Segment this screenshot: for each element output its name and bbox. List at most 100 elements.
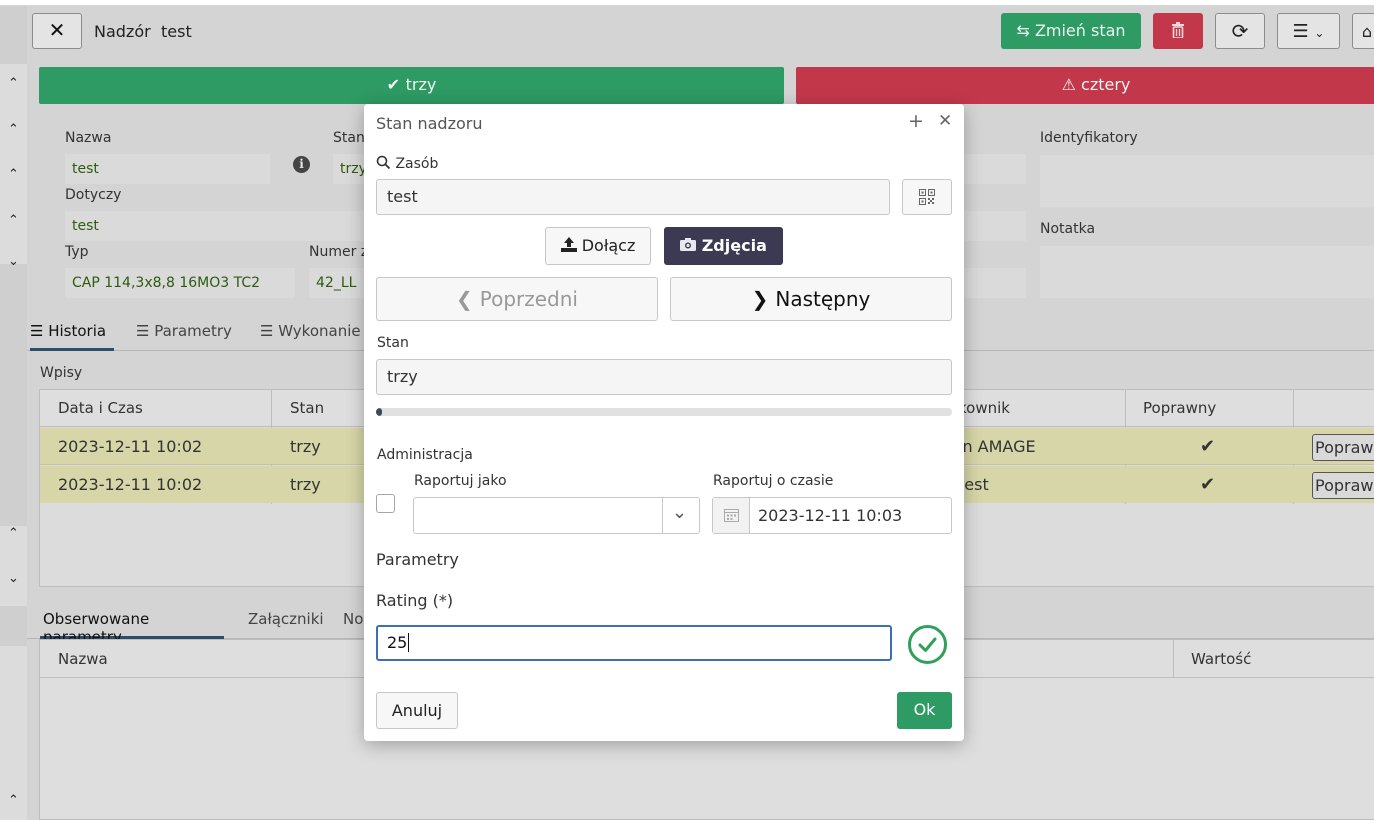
chevron-up-icon[interactable]: ⌃ — [0, 793, 27, 808]
previous-label: Poprzedni — [479, 287, 578, 311]
chevron-left-icon: ❮ — [456, 287, 480, 311]
admin-checkbox[interactable] — [376, 494, 395, 513]
page-title: Nadzór — [94, 22, 151, 41]
progress-fill — [376, 408, 382, 416]
chevron-right-icon: ❯ — [751, 287, 776, 311]
list-icon: ☰ — [260, 322, 279, 340]
admin-label: Administracja — [377, 447, 473, 463]
nazwa-value: test — [65, 154, 270, 184]
info-icon[interactable]: i — [293, 156, 310, 173]
zasob-input[interactable]: test — [376, 179, 890, 215]
qr-code-button[interactable] — [902, 179, 952, 215]
field-fragment — [964, 268, 1026, 298]
text-cursor — [408, 633, 410, 652]
list-icon: ☰ — [136, 322, 155, 340]
row-state: trzy — [290, 437, 321, 456]
chevron-up-icon[interactable]: ⌃ — [0, 76, 27, 91]
numer-label: Numer z — [309, 244, 369, 260]
status-band-bad-label: cztery — [1081, 75, 1131, 94]
typ-label: Typ — [65, 244, 89, 260]
tab-historia-label: Historia — [48, 322, 107, 340]
field-fragment — [964, 154, 1026, 184]
trash-icon — [1172, 22, 1184, 39]
delete-button[interactable] — [1153, 13, 1203, 49]
attach-button[interactable]: Dołącz — [545, 227, 651, 265]
report-time-value: 2023-12-11 10:03 — [758, 506, 903, 525]
rating-input[interactable]: 25 — [376, 625, 892, 661]
report-time-input[interactable]: 2023-12-11 10:03 — [712, 497, 952, 534]
check-icon: ✔ — [1200, 436, 1216, 457]
report-as-label: Raportuj jako — [414, 473, 507, 489]
calendar-icon[interactable] — [713, 498, 750, 533]
stan-input[interactable]: trzy — [376, 359, 952, 395]
row-state: trzy — [290, 475, 321, 494]
previous-button[interactable]: ❮ Poprzedni — [376, 277, 658, 321]
notatka-field — [1040, 246, 1374, 298]
column-header: Poprawny — [1143, 399, 1217, 417]
tab-observed-params[interactable]: Obserwowane parametry — [40, 610, 224, 646]
chevron-down-icon[interactable]: ⌄ — [0, 254, 27, 269]
change-state-button[interactable]: ⇆ Zmień stan — [1001, 13, 1141, 49]
qr-code-icon — [919, 189, 935, 205]
dialog-title: Stan nadzoru — [376, 114, 483, 133]
change-state-label: Zmień stan — [1034, 21, 1126, 40]
field-fragment — [964, 211, 1026, 241]
chevron-up-icon[interactable]: ⌃ — [0, 526, 27, 541]
numer-value: 42_LL — [309, 268, 369, 298]
stan-label: Stan — [377, 335, 409, 351]
chevron-up-icon[interactable]: ⌃ — [0, 122, 27, 137]
chevron-up-icon[interactable]: ⌃ — [0, 213, 27, 228]
next-button[interactable]: ❯ Następny — [670, 277, 952, 321]
select-divider — [662, 498, 663, 533]
swap-icon: ⇆ — [1016, 21, 1035, 40]
state-dialog: Stan nadzoru + ✕ Zasób test Dołącz Zdjęc… — [364, 104, 964, 741]
correct-button[interactable]: Popraw — [1312, 434, 1374, 461]
row-user: in AMAGE — [958, 437, 1036, 456]
plus-icon[interactable]: + — [908, 110, 924, 132]
chevron-up-icon[interactable]: ⌃ — [0, 167, 27, 182]
calendar-glyph — [723, 509, 739, 522]
chevron-down-icon[interactable]: ⌄ — [0, 571, 27, 586]
status-band-good: ✔ trzy — [39, 67, 784, 104]
refresh-icon: ⟳ — [1231, 19, 1249, 43]
upload-icon — [560, 237, 577, 252]
close-icon[interactable]: ✕ — [938, 111, 952, 131]
chevron-down-icon: ⌄ — [1314, 26, 1325, 40]
stan-label: Stan — [333, 130, 365, 146]
identyfikatory-field — [1040, 155, 1374, 207]
zasob-label: Zasób — [376, 155, 438, 172]
home-button[interactable]: ⌂ — [1352, 13, 1374, 49]
zasob-label-text: Zasób — [395, 156, 439, 172]
tab-parametry-label: Parametry — [154, 322, 232, 340]
tab-wykonanie-label: Wykonanie — [278, 322, 361, 340]
ok-button[interactable]: Ok — [897, 692, 952, 729]
tab-attachments[interactable]: Załączniki — [248, 610, 324, 628]
valid-check-glyph — [918, 637, 937, 652]
menu-dropdown-button[interactable]: ☰ ⌄ — [1277, 13, 1340, 49]
close-button[interactable]: ✕ — [32, 13, 82, 49]
tab-wykonanie[interactable]: ☰ Wykonanie — [260, 322, 361, 340]
valid-check-icon — [908, 625, 947, 664]
nazwa-label: Nazwa — [65, 130, 112, 146]
tab-parametry[interactable]: ☰ Parametry — [136, 322, 232, 340]
dotyczy-label: Dotyczy — [65, 187, 122, 203]
chevron-down-icon: ⌄ — [672, 502, 688, 523]
progress-bar — [376, 408, 952, 416]
refresh-button[interactable]: ⟳ — [1215, 13, 1265, 49]
home-icon: ⌂ — [1361, 22, 1373, 41]
tab-notes[interactable]: No — [343, 610, 363, 628]
photos-button[interactable]: Zdjęcia — [664, 227, 783, 265]
status-band-bad: ⚠ cztery — [796, 67, 1374, 104]
column-header: Nazwa — [58, 650, 108, 668]
tab-historia[interactable]: ☰ Historia — [30, 322, 114, 351]
report-time-label: Raportuj o czasie — [713, 473, 834, 489]
warning-icon: ⚠ — [1061, 75, 1082, 94]
column-header: Data i Czas — [58, 399, 143, 417]
row-date: 2023-12-11 10:02 — [58, 475, 203, 494]
cancel-button[interactable]: Anuluj — [376, 692, 458, 729]
photos-label: Zdjęcia — [701, 236, 767, 255]
rating-value: 25 — [387, 633, 408, 652]
correct-button[interactable]: Popraw — [1312, 472, 1374, 499]
identyfikatory-label: Identyfikatory — [1040, 130, 1138, 146]
report-as-select[interactable]: ⌄ — [413, 497, 700, 534]
